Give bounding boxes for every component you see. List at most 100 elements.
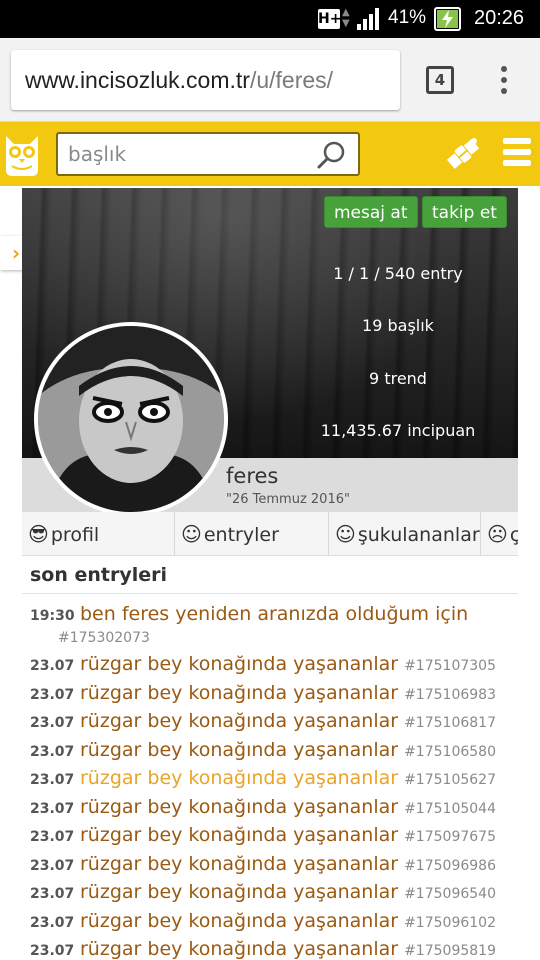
url-host: www.incisozluk.com.tr	[25, 67, 250, 93]
username: feres	[226, 464, 279, 488]
battery-charging-icon	[434, 7, 461, 31]
entry-title-text: rüzgar bey konağında yaşananlar	[80, 881, 399, 903]
avatar[interactable]	[34, 322, 228, 516]
entry-time: 23.07	[30, 829, 75, 845]
entry-title-link[interactable]: rüzgar bey konağında yaşananlar #17510681…	[80, 710, 496, 732]
entry-title-link[interactable]: rüzgar bey konağında yaşananlar #17509581…	[80, 938, 496, 960]
profile-tabs: 😎 profil ☺ entryler ☺ şukulananlar ☹ ç	[22, 512, 518, 556]
entry-title-link[interactable]: rüzgar bey konağında yaşananlar #17509767…	[80, 824, 496, 846]
entry-time: 23.07	[30, 715, 75, 731]
list-item[interactable]: 23.07 rüzgar bey konağında yaşananlar #175…	[22, 823, 518, 852]
entry-title-text: rüzgar bey konağında yaşananlar	[80, 852, 399, 875]
list-item[interactable]: 23.07 rüzgar bey konağında yaşananlar #175…	[22, 909, 518, 938]
url-path: /u/feres/	[249, 67, 334, 93]
hamburger-menu-icon[interactable]	[503, 138, 531, 170]
tab-switcher-button[interactable]: 4	[426, 66, 454, 94]
entry-time: 23.07	[30, 772, 75, 788]
hplus-network-icon: H+	[318, 9, 342, 29]
section-title: son entryleri	[30, 564, 168, 586]
stat-entries[interactable]: 1 / 1 / 540 entry	[304, 264, 492, 283]
entry-id-link[interactable]: #175096540	[404, 886, 496, 902]
entry-time: 23.07	[30, 743, 75, 760]
tab-curukler[interactable]: ☹ ç	[481, 512, 518, 556]
entry-title-text: rüzgar bey konağında yaşananlar	[80, 738, 399, 761]
tab-profil[interactable]: 😎 profil	[22, 512, 175, 556]
entry-title-text: rüzgar bey konağında yaşananlar	[80, 710, 399, 732]
entry-id-link[interactable]: #175105627	[404, 772, 496, 788]
entry-title-link[interactable]: ben feres yeniden aranızda olduğum için	[80, 603, 468, 625]
list-item[interactable]: 23.07 rüzgar bey konağında yaşananlar #175…	[22, 937, 518, 960]
tab-sukulananlar[interactable]: ☺ şukulananlar	[329, 512, 481, 556]
status-bar: H+ ▲ ▼ 41% 20:26	[0, 0, 540, 38]
entry-time: 23.07	[30, 658, 75, 674]
entry-title-link[interactable]: rüzgar bey konağında yaşananlar #17509654…	[80, 881, 496, 903]
profile-card: mesaj at takip et 1 / 1 / 540 entry 19 b…	[22, 188, 518, 960]
entry-time: 23.07	[30, 857, 75, 874]
entry-title-link[interactable]: rüzgar bey konağında yaşananlar #17509610…	[80, 910, 496, 932]
entry-time: 23.07	[30, 943, 75, 959]
smiley-icon: ☺	[335, 522, 356, 546]
browser-toolbar: www.incisozluk.com.tr/u/feres/ 4	[0, 38, 540, 122]
entry-title-link[interactable]: rüzgar bey konağında yaşananlar #17510504…	[80, 796, 496, 818]
join-date: "26 Temmuz 2016"	[226, 492, 350, 507]
entry-id-link[interactable]: #175096102	[404, 915, 496, 931]
message-button[interactable]: mesaj at	[324, 196, 418, 228]
entry-id-link[interactable]: #175107305	[404, 658, 496, 674]
list-item[interactable]: 23.07 rüzgar bey konağında yaşananlar #175…	[22, 852, 518, 881]
follow-button[interactable]: takip et	[422, 196, 507, 228]
entry-title-link[interactable]: rüzgar bey konağında yaşananlar #17510658…	[80, 739, 496, 761]
list-item[interactable]: 23.07 rüzgar bey konağında yaşananlar #175…	[22, 652, 518, 681]
entry-list: 19:30 ben feres yeniden aranızda olduğum…	[22, 602, 518, 960]
list-item[interactable]: 23.07 rüzgar bey konağında yaşananlar #175…	[22, 766, 518, 795]
entry-title-text: rüzgar bey konağında yaşananlar	[80, 795, 399, 818]
list-item[interactable]: 23.07 rüzgar bey konağında yaşananlar #175…	[22, 880, 518, 909]
list-item[interactable]: 23.07 rüzgar bey konağında yaşananlar #175…	[22, 709, 518, 738]
entry-title-link[interactable]: rüzgar bey konağında yaşananlar #17509698…	[80, 853, 496, 875]
entry-title-link[interactable]: rüzgar bey konağında yaşananlar #17510562…	[80, 767, 496, 789]
entry-time: 23.07	[30, 686, 75, 703]
overflow-menu-icon[interactable]	[500, 66, 508, 96]
entry-id-link[interactable]: #175097675	[404, 829, 496, 845]
entry-title-text: rüzgar bey konağında yaşananlar	[80, 824, 399, 846]
url-bar[interactable]: www.incisozluk.com.tr/u/feres/	[11, 50, 400, 110]
satellite-icon[interactable]	[445, 134, 481, 174]
battery-percent: 41%	[388, 7, 427, 28]
sunglasses-smiley-icon: 😎	[28, 522, 49, 546]
entry-time: 23.07	[30, 800, 75, 817]
clock: 20:26	[474, 7, 525, 29]
owl-logo-icon[interactable]	[2, 130, 42, 178]
list-item[interactable]: 19:30 ben feres yeniden aranızda olduğum…	[22, 602, 518, 652]
entry-time: 23.07	[30, 914, 75, 931]
list-item[interactable]: 23.07 rüzgar bey konağında yaşananlar #175…	[22, 681, 518, 710]
divider	[22, 593, 518, 594]
entry-title-text: rüzgar bey konağında yaşananlar	[80, 653, 399, 675]
list-item[interactable]: 23.07 rüzgar bey konağında yaşananlar #175…	[22, 738, 518, 767]
stat-topics[interactable]: 19 başlık	[304, 316, 492, 335]
frowning-face-icon: ☹	[487, 522, 508, 546]
entry-id-link[interactable]: #175106580	[404, 744, 496, 760]
chevron-right-icon: ›	[11, 241, 21, 265]
signal-icon	[357, 8, 379, 30]
entry-id-link[interactable]: #175096986	[404, 858, 496, 874]
entry-title-text: rüzgar bey konağında yaşananlar	[80, 938, 399, 960]
entry-title-text: rüzgar bey konağında yaşananlar	[80, 681, 399, 704]
search-placeholder: başlık	[68, 142, 127, 166]
search-input[interactable]: başlık	[56, 132, 360, 176]
list-item[interactable]: 23.07 rüzgar bey konağında yaşananlar #175…	[22, 795, 518, 824]
entry-id-link[interactable]: #175095819	[404, 943, 496, 959]
entry-time: 23.07	[30, 886, 75, 902]
site-header: başlık	[0, 122, 540, 186]
entry-id-link[interactable]: #175105044	[404, 801, 496, 817]
entry-title-text: rüzgar bey konağında yaşananlar	[80, 909, 399, 932]
entry-id-link[interactable]: #175106817	[404, 715, 496, 731]
entry-time: 19:30	[30, 608, 75, 624]
stat-points: 11,435.67 incipuan	[320, 421, 476, 440]
tab-entryler[interactable]: ☺ entryler	[175, 512, 329, 556]
search-icon[interactable]	[316, 140, 346, 170]
entry-title-link[interactable]: rüzgar bey konağında yaşananlar #17510698…	[80, 682, 496, 704]
entry-id-link[interactable]: #175106983	[404, 687, 496, 703]
entry-id-link[interactable]: #175302073	[58, 630, 150, 646]
data-activity-icon: ▲ ▼	[342, 7, 350, 29]
stat-trends[interactable]: 9 trend	[304, 369, 492, 388]
entry-title-link[interactable]: rüzgar bey konağında yaşananlar #17510730…	[80, 653, 496, 675]
